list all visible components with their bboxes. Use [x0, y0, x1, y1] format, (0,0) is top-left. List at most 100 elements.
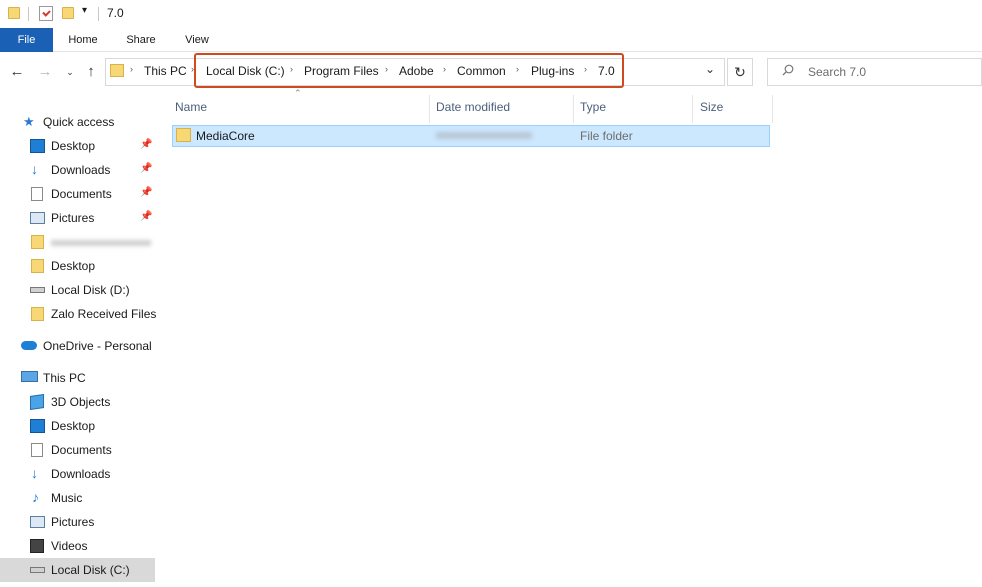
column-header-type[interactable]: Type: [580, 100, 606, 114]
download-icon: ↓: [31, 465, 38, 481]
sidebar-item-desktop-pinned[interactable]: Desktop 📌: [0, 134, 155, 158]
pin-icon: 📌: [140, 211, 153, 222]
column-divider[interactable]: [573, 95, 574, 123]
sidebar-item-label: OneDrive - Personal: [43, 339, 152, 353]
chevron-right-icon[interactable]: ›: [130, 64, 133, 74]
sidebar-item-pictures-pinned[interactable]: Pictures 📌: [0, 206, 155, 230]
new-folder-icon[interactable]: [62, 7, 74, 19]
pictures-icon: [30, 516, 45, 528]
documents-icon: [31, 443, 43, 457]
column-header-date-modified[interactable]: Date modified: [436, 100, 510, 114]
documents-icon: [31, 187, 43, 201]
pictures-icon: [30, 212, 45, 224]
column-divider[interactable]: [692, 95, 693, 123]
cube-icon: [30, 394, 44, 410]
search-input[interactable]: Search 7.0: [808, 65, 866, 79]
sidebar-item-videos[interactable]: Videos: [0, 534, 155, 558]
customize-quick-access-icon[interactable]: ▾: [82, 5, 87, 16]
sidebar-item-label: This PC: [43, 371, 86, 385]
sidebar-item-label: Desktop: [51, 419, 96, 433]
sidebar-item-label: Videos: [51, 539, 88, 553]
title-bar: ▾ 7.0: [0, 0, 982, 28]
sidebar-item-label: Local Disk (D:): [51, 283, 130, 297]
sidebar-item-label: Pictures: [51, 515, 95, 529]
sidebar-item-label: 3D Objects: [51, 395, 111, 409]
file-name: MediaCore: [196, 129, 255, 143]
redacted-date-modified: [436, 132, 532, 139]
sidebar-item-quick-access[interactable]: ★ Quick access: [0, 110, 155, 134]
search-icon: [782, 64, 794, 76]
sidebar-item-music[interactable]: ♪ Music: [0, 486, 155, 510]
folder-icon: [8, 7, 20, 19]
redacted-label: [51, 240, 151, 246]
properties-icon[interactable]: [39, 6, 53, 21]
pin-icon: 📌: [140, 163, 153, 174]
sidebar-item-downloads[interactable]: ↓ Downloads: [0, 462, 155, 486]
forward-button[interactable]: →: [36, 62, 54, 82]
refresh-button[interactable]: ↻: [727, 58, 753, 86]
sidebar-item-label: Documents: [51, 443, 112, 457]
download-icon: ↓: [31, 161, 38, 177]
window-title: 7.0: [107, 6, 124, 20]
sidebar-item-label: Music: [51, 491, 83, 505]
sidebar-item-label: Downloads: [51, 467, 111, 481]
star-icon: ★: [23, 114, 35, 129]
recent-locations-button[interactable]: ⌄: [61, 62, 79, 82]
video-icon: [30, 539, 44, 553]
sidebar-item-this-pc[interactable]: This PC: [0, 366, 155, 390]
sidebar-item-label: Quick access: [43, 115, 115, 129]
column-header-name[interactable]: Name: [175, 100, 207, 114]
tab-home[interactable]: Home: [60, 28, 106, 52]
sidebar-item-label: Local Disk (C:): [51, 563, 130, 577]
sidebar-item-pictures[interactable]: Pictures: [0, 510, 155, 534]
drive-icon: [30, 287, 45, 293]
back-button[interactable]: ←: [8, 62, 26, 82]
sidebar-item-label: Desktop: [51, 259, 96, 273]
music-icon: ♪: [32, 489, 39, 505]
sidebar-item-desktop[interactable]: Desktop: [0, 414, 155, 438]
folder-icon: [31, 235, 44, 249]
desktop-icon: [30, 419, 45, 433]
folder-icon: [176, 128, 191, 142]
computer-icon: [21, 371, 38, 382]
tab-share[interactable]: Share: [118, 28, 164, 52]
separator: [98, 7, 99, 21]
search-box[interactable]: [767, 58, 982, 86]
sidebar-item-local-disk-d[interactable]: Local Disk (D:): [0, 278, 155, 302]
sidebar-item-redacted-folder[interactable]: [0, 230, 155, 254]
sidebar-item-desktop-folder[interactable]: Desktop: [0, 254, 155, 278]
drive-icon: [30, 567, 45, 573]
pin-icon: 📌: [140, 187, 153, 198]
folder-icon: [31, 307, 44, 321]
desktop-icon: [30, 139, 45, 153]
pin-icon: 📌: [140, 139, 153, 150]
sidebar-item-label: Desktop: [51, 139, 96, 153]
sidebar-item-label: Pictures: [51, 211, 95, 225]
tab-view[interactable]: View: [176, 28, 218, 52]
breadcrumb-this-pc[interactable]: This PC: [144, 64, 187, 78]
sidebar-item-documents[interactable]: Documents: [0, 438, 155, 462]
sidebar-item-local-disk-c[interactable]: Local Disk (C:): [0, 558, 155, 582]
sidebar-item-documents-pinned[interactable]: Documents 📌: [0, 182, 155, 206]
file-type: File folder: [580, 129, 633, 143]
folder-icon: [31, 259, 44, 273]
sidebar-item-downloads-pinned[interactable]: ↓ Downloads 📌: [0, 158, 155, 182]
column-divider[interactable]: [772, 95, 773, 123]
column-header-size[interactable]: Size: [700, 100, 723, 114]
sort-ascending-icon: ⌃: [294, 88, 302, 98]
sidebar-item-zalo-received-files[interactable]: Zalo Received Files: [0, 302, 157, 326]
tab-file[interactable]: File: [0, 28, 53, 52]
folder-icon: [110, 64, 124, 77]
sidebar-item-onedrive[interactable]: OneDrive - Personal: [0, 334, 155, 358]
cloud-icon: [21, 341, 37, 350]
separator: [28, 7, 29, 21]
sidebar-item-label: Documents: [51, 187, 112, 201]
sidebar-item-label: Zalo Received Files: [51, 307, 157, 321]
annotation-highlight-box: [194, 53, 624, 88]
address-history-dropdown[interactable]: ⌄: [700, 62, 720, 82]
sidebar-item-label: Downloads: [51, 163, 111, 177]
up-button[interactable]: ↑: [82, 62, 100, 82]
sidebar-item-3d-objects[interactable]: 3D Objects: [0, 390, 155, 414]
ribbon-tabs: File Home Share View: [0, 28, 982, 52]
column-divider[interactable]: [429, 95, 430, 123]
